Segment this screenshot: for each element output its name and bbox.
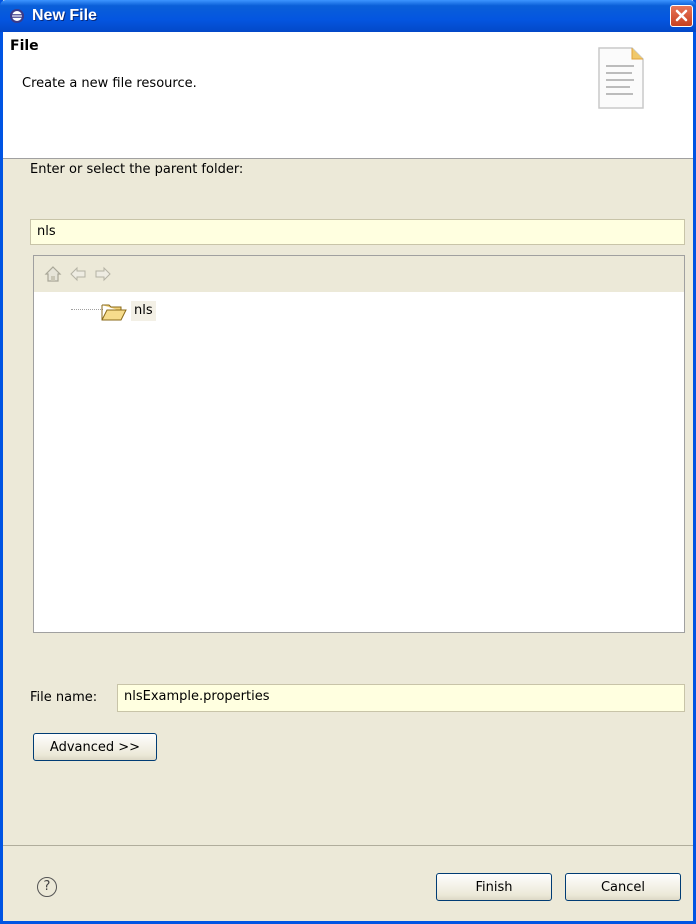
file-name-input[interactable]: nlsExample.properties [117, 684, 685, 712]
parent-folder-label: Enter or select the parent folder: [30, 162, 244, 177]
tree-toolbar [34, 256, 684, 292]
footer-divider [3, 845, 693, 846]
new-file-dialog: New File File Create a new file resource… [0, 0, 696, 924]
forward-icon[interactable] [94, 265, 112, 283]
close-icon [675, 9, 688, 22]
wizard-header: File Create a new file resource. [3, 32, 693, 159]
folder-tree[interactable]: nls [33, 255, 685, 633]
advanced-button[interactable]: Advanced >> [33, 733, 157, 761]
file-name-label: File name: [30, 690, 98, 705]
finish-button[interactable]: Finish [436, 873, 552, 901]
tree-connector [71, 309, 103, 310]
header-description: Create a new file resource. [22, 76, 197, 91]
parent-folder-input[interactable]: nls [30, 219, 685, 245]
close-button[interactable] [670, 5, 693, 27]
new-file-document-icon [598, 47, 644, 109]
eclipse-icon [10, 9, 24, 23]
open-folder-icon [101, 304, 127, 321]
window-title: New File [32, 7, 97, 24]
title-bar[interactable]: New File [0, 0, 696, 32]
cancel-button[interactable]: Cancel [565, 873, 681, 901]
tree-item-label[interactable]: nls [131, 301, 156, 321]
help-icon[interactable]: ? [37, 877, 57, 897]
home-icon[interactable] [44, 265, 62, 283]
header-title: File [10, 38, 39, 54]
back-icon[interactable] [69, 265, 87, 283]
